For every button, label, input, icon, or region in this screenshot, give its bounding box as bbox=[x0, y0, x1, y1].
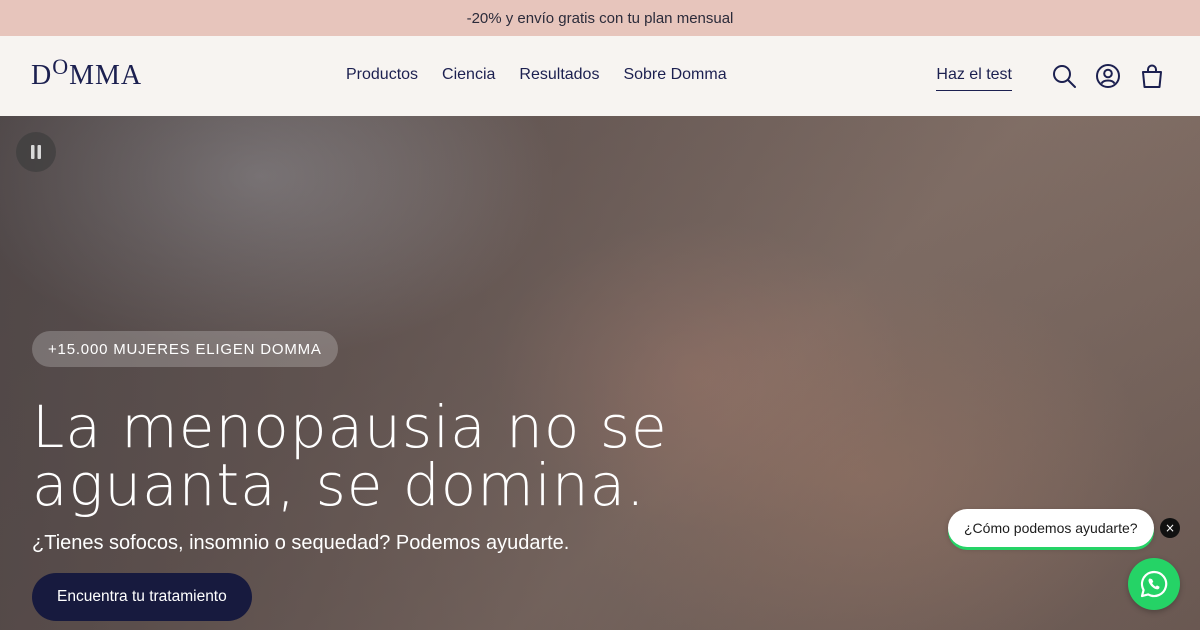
header-actions: Haz el test bbox=[936, 60, 1166, 91]
nav-item-ciencia[interactable]: Ciencia bbox=[442, 66, 495, 84]
logo-letter-d: D bbox=[31, 60, 53, 91]
cart-icon[interactable] bbox=[1138, 62, 1166, 90]
whatsapp-button[interactable] bbox=[1128, 558, 1180, 610]
nav-item-sobre-domma[interactable]: Sobre Domma bbox=[623, 66, 726, 84]
badge-text: +15.000 MUJERES ELIGEN DOMMA bbox=[48, 340, 322, 358]
hero-section: +15.000 MUJERES ELIGEN DOMMA La menopaus… bbox=[0, 116, 1200, 630]
cta-label: Encuentra tu tratamiento bbox=[57, 588, 227, 605]
find-treatment-button[interactable]: Encuentra tu tratamiento bbox=[32, 573, 252, 621]
take-test-link[interactable]: Haz el test bbox=[936, 66, 1012, 91]
hero-title-line-2: aguanta, se domina. bbox=[32, 451, 646, 519]
whatsapp-icon bbox=[1140, 570, 1168, 598]
chat-prompt-text: ¿Cómo podemos ayudarte? bbox=[964, 520, 1138, 536]
logo-letters-mma: MMA bbox=[69, 60, 143, 91]
domma-logo[interactable]: DOMMA bbox=[31, 54, 143, 95]
search-icon[interactable] bbox=[1050, 62, 1078, 90]
nav-item-productos[interactable]: Productos bbox=[346, 66, 418, 84]
hero-subtitle: ¿Tienes sofocos, insomnio o sequedad? Po… bbox=[32, 532, 570, 554]
pause-icon bbox=[31, 145, 41, 159]
logo-letter-o: O bbox=[52, 54, 70, 79]
chat-close-button[interactable]: × bbox=[1160, 518, 1180, 538]
social-proof-badge: +15.000 MUJERES ELIGEN DOMMA bbox=[32, 331, 338, 367]
hero-title: La menopausia no se aguanta, se domina. bbox=[32, 398, 732, 514]
main-nav: Productos Ciencia Resultados Sobre Domma bbox=[346, 66, 727, 84]
nav-item-resultados[interactable]: Resultados bbox=[519, 66, 599, 84]
account-icon[interactable] bbox=[1094, 62, 1122, 90]
chat-prompt-bubble[interactable]: ¿Cómo podemos ayudarte? bbox=[948, 509, 1154, 547]
promo-banner: -20% y envío gratis con tu plan mensual bbox=[0, 0, 1200, 36]
promo-text: -20% y envío gratis con tu plan mensual bbox=[466, 9, 734, 27]
site-header: DOMMA Productos Ciencia Resultados Sobre… bbox=[0, 36, 1200, 116]
video-pause-button[interactable] bbox=[16, 132, 56, 172]
